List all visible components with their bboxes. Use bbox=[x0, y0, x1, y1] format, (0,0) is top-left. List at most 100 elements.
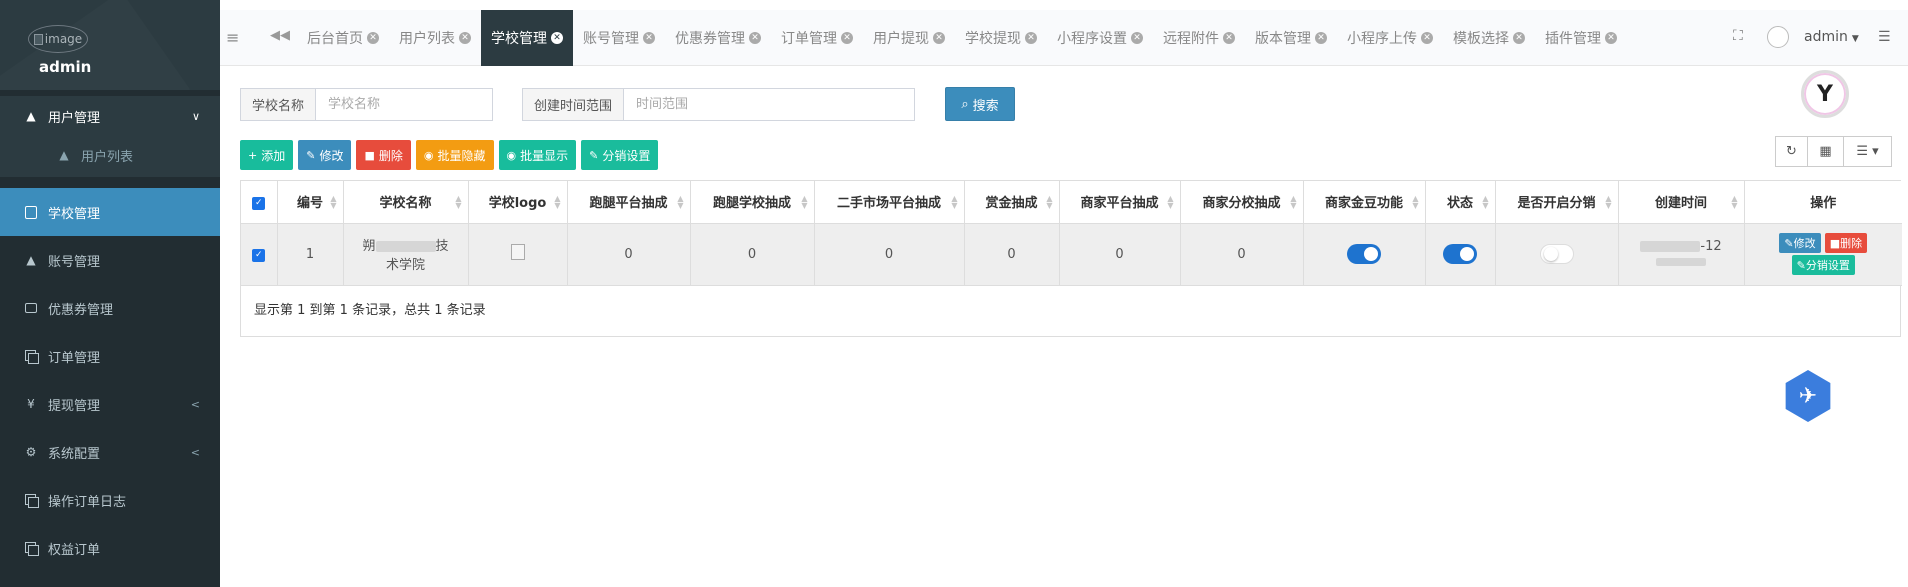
sidebar-item-coupon-management[interactable]: 优惠券管理 bbox=[0, 284, 220, 332]
sidebar-item-school-management[interactable]: 学校管理 bbox=[0, 188, 220, 236]
brand: image admin bbox=[0, 0, 220, 90]
tab-account-management[interactable]: 账号管理 ✕ bbox=[573, 10, 665, 66]
sort-icon: ▲ ▼ bbox=[455, 194, 462, 210]
bird-helper-icon[interactable]: ✈ bbox=[1785, 370, 1831, 422]
batch-show-button[interactable]: ◉ 批量显示 bbox=[498, 140, 577, 170]
tab-order-management[interactable]: 订单管理 ✕ bbox=[771, 10, 863, 66]
column-header[interactable]: 商家金豆功能 ▲ ▼ bbox=[1302, 181, 1426, 224]
sidebar-item-system-config[interactable]: ⚙ 系统配置 < bbox=[0, 428, 220, 476]
row-distribution-button[interactable]: ✎ 分销设置 bbox=[1791, 255, 1855, 275]
close-icon[interactable]: ✕ bbox=[1131, 32, 1143, 44]
add-button[interactable]: + 添加 bbox=[240, 140, 294, 170]
sidebar-item-label: 提现管理 bbox=[48, 398, 101, 414]
cell-bounty: 0 bbox=[963, 222, 1060, 286]
close-icon[interactable]: ✕ bbox=[1421, 32, 1433, 44]
column-header[interactable]: 创建时间 ▲ ▼ bbox=[1617, 181, 1745, 224]
user-menu[interactable]: admin ▼ bbox=[1804, 29, 1859, 45]
column-header[interactable]: 学校名称 ▲ ▼ bbox=[342, 181, 469, 224]
close-icon[interactable]: ✕ bbox=[643, 32, 655, 44]
sidebar-item-withdraw-management[interactable]: ¥ 提现管理 < bbox=[0, 380, 220, 428]
distribution-settings-button[interactable]: ✎ 分销设置 bbox=[581, 140, 659, 170]
search-button[interactable]: ⌕ 搜索 bbox=[945, 87, 1015, 121]
tab-school-management[interactable]: 学校管理 ✕ bbox=[481, 10, 573, 66]
school-icon bbox=[24, 205, 38, 219]
fullscreen-icon[interactable]: ⛶ bbox=[1733, 28, 1743, 44]
select-all-checkbox[interactable]: ✓ bbox=[241, 181, 278, 224]
column-header[interactable]: 二手市场平台抽成 ▲ ▼ bbox=[813, 181, 965, 224]
school-name-search-group: 学校名称 bbox=[240, 88, 493, 121]
users-icon: ▲ bbox=[26, 253, 36, 267]
distribution-toggle[interactable] bbox=[1539, 244, 1574, 264]
cell-status bbox=[1424, 222, 1496, 286]
eye-icon: ◉ bbox=[423, 148, 434, 162]
tab-user-withdraw[interactable]: 用户提现 ✕ bbox=[863, 10, 955, 66]
column-header[interactable]: 商家平台抽成 ▲ ▼ bbox=[1058, 181, 1181, 224]
column-header[interactable]: 编号 ▲ ▼ bbox=[276, 181, 344, 224]
pagination-info: 显示第 1 到第 1 条记录，总共 1 条记录 bbox=[254, 303, 486, 318]
control-sidebar-icon[interactable]: ☰ bbox=[1878, 29, 1891, 45]
tab-user-list[interactable]: 用户列表 ✕ bbox=[389, 10, 481, 66]
trash-icon: ■ bbox=[1829, 236, 1841, 250]
column-header[interactable]: 商家分校抽成 ▲ ▼ bbox=[1179, 181, 1304, 224]
delete-button[interactable]: ■ 删除 bbox=[356, 140, 411, 170]
sidebar-item-account-management[interactable]: ▲ 账号管理 bbox=[0, 236, 220, 284]
edit-square-icon: ✎ bbox=[1796, 258, 1806, 272]
column-header[interactable]: 学校logo ▲ ▼ bbox=[467, 181, 568, 224]
tab-miniprogram-upload[interactable]: 小程序上传 ✕ bbox=[1337, 10, 1443, 66]
refresh-icon[interactable]: ↻ bbox=[1775, 136, 1808, 167]
table-row[interactable]: ✓ 1 朔x技 术学院 0 0 0 0 0 0 x-12 x bbox=[241, 222, 1902, 286]
edit-button[interactable]: ✎ 修改 bbox=[298, 140, 352, 170]
column-header[interactable]: 状态 ▲ ▼ bbox=[1424, 181, 1496, 224]
column-header[interactable]: 是否开启分销 ▲ ▼ bbox=[1494, 181, 1619, 224]
close-icon[interactable]: ✕ bbox=[459, 32, 471, 44]
close-icon[interactable]: ✕ bbox=[1513, 32, 1525, 44]
columns-icon[interactable]: ☰ ▾ bbox=[1843, 136, 1892, 167]
tab-dashboard[interactable]: 后台首页 ✕ bbox=[297, 10, 389, 66]
column-header[interactable]: 跑腿学校抽成 ▲ ▼ bbox=[689, 181, 815, 224]
sidebar-item-user-management[interactable]: ▲ 用户管理 ∨ bbox=[0, 96, 220, 136]
sidebar-subitem-user-list[interactable]: ▲ 用户列表 bbox=[0, 136, 220, 174]
close-icon[interactable]: ✕ bbox=[1315, 32, 1327, 44]
close-icon[interactable]: ✕ bbox=[749, 32, 761, 44]
floating-logo-icon[interactable]: Y bbox=[1801, 70, 1849, 118]
close-icon[interactable]: ✕ bbox=[1605, 32, 1617, 44]
column-header[interactable]: 跑腿平台抽成 ▲ ▼ bbox=[566, 181, 691, 224]
row-edit-button[interactable]: ✎ 修改 bbox=[1779, 233, 1821, 253]
tab-school-withdraw[interactable]: 学校提现 ✕ bbox=[955, 10, 1047, 66]
close-icon[interactable]: ✕ bbox=[367, 32, 379, 44]
close-icon[interactable]: ✕ bbox=[1025, 32, 1037, 44]
sidebar-item-order-log[interactable]: 操作订单日志 bbox=[0, 476, 220, 524]
tab-miniprogram-settings[interactable]: 小程序设置 ✕ bbox=[1047, 10, 1153, 66]
menu-toggle-icon[interactable]: ≡ bbox=[226, 28, 242, 48]
table-toolbar: + 添加 ✎ 修改 ■ 删除 ◉ 批量隐藏 ◉ 批量显示 ✎ 分销设置 bbox=[240, 140, 659, 170]
column-header[interactable]: 赏金抽成 ▲ ▼ bbox=[963, 181, 1060, 224]
pencil-icon: ✎ bbox=[306, 148, 316, 162]
cell-school-name: 朔x技 术学院 bbox=[342, 222, 469, 286]
sort-icon: ▲ ▼ bbox=[1731, 194, 1738, 210]
sidebar-item-order-management[interactable]: 订单管理 bbox=[0, 332, 220, 380]
row-checkbox[interactable]: ✓ bbox=[241, 222, 278, 286]
tab-plugin-management[interactable]: 插件管理 ✕ bbox=[1535, 10, 1627, 66]
gold-bean-toggle[interactable] bbox=[1347, 244, 1381, 264]
plus-icon: + bbox=[248, 148, 258, 162]
tab-scroll-left-icon[interactable]: ◀◀ bbox=[270, 28, 290, 43]
close-icon[interactable]: ✕ bbox=[841, 32, 853, 44]
close-icon[interactable]: ✕ bbox=[1223, 32, 1235, 44]
cell-merchant-platform: 0 bbox=[1058, 222, 1181, 286]
close-icon[interactable]: ✕ bbox=[551, 32, 563, 44]
tab-template-select[interactable]: 模板选择 ✕ bbox=[1443, 10, 1535, 66]
time-range-input[interactable] bbox=[624, 89, 905, 120]
row-delete-button[interactable]: ■ 删除 bbox=[1824, 233, 1868, 253]
redacted-text: x bbox=[1656, 257, 1706, 266]
copy-icon bbox=[24, 349, 39, 364]
sidebar-item-rights-order[interactable]: 权益订单 bbox=[0, 524, 220, 572]
tab-remote-attachment[interactable]: 远程附件 ✕ bbox=[1153, 10, 1245, 66]
close-icon[interactable]: ✕ bbox=[933, 32, 945, 44]
status-toggle[interactable] bbox=[1443, 244, 1477, 264]
batch-hide-button[interactable]: ◉ 批量隐藏 bbox=[415, 140, 494, 170]
card-view-icon[interactable]: ▦ bbox=[1807, 136, 1844, 167]
school-name-input[interactable] bbox=[316, 89, 482, 120]
avatar[interactable] bbox=[1767, 26, 1789, 48]
tab-coupon-management[interactable]: 优惠券管理 ✕ bbox=[665, 10, 771, 66]
tab-version-management[interactable]: 版本管理 ✕ bbox=[1245, 10, 1337, 66]
